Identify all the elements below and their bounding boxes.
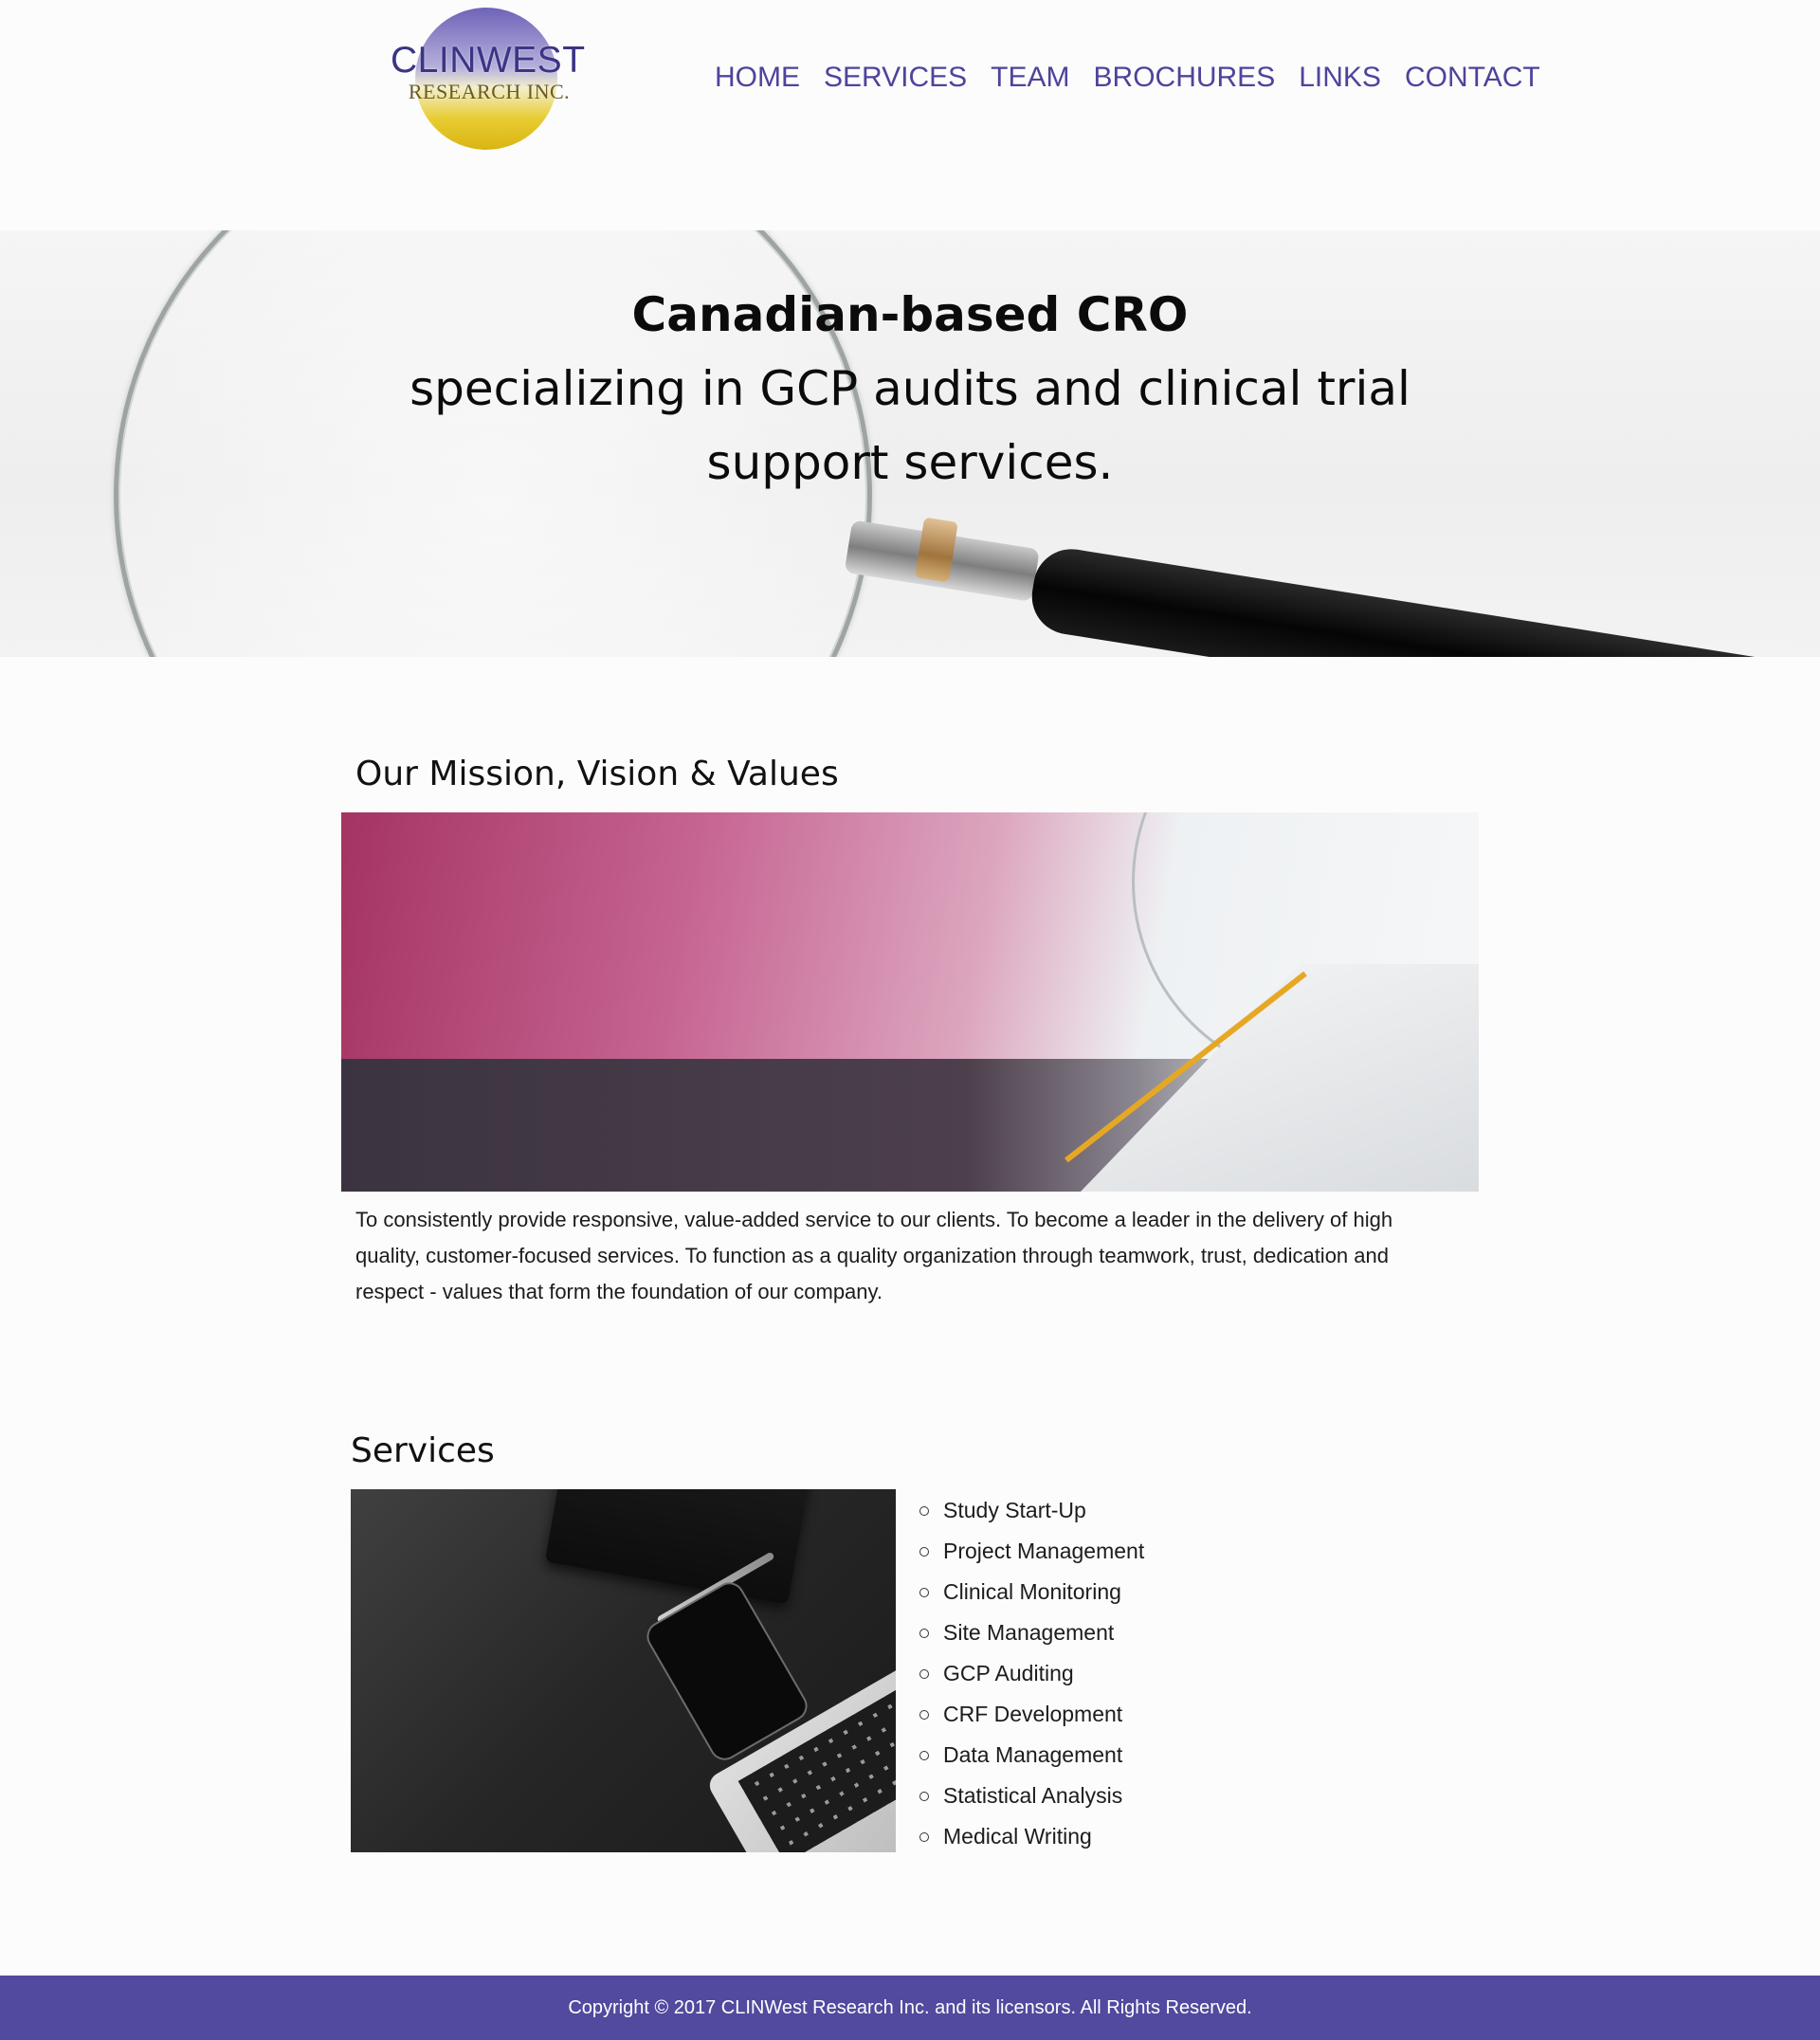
logo-name: CLINWEST [391,40,586,81]
desk-workspace-image [351,1489,896,1852]
footer-copyright: Copyright © 2017 CLINWest Research Inc. … [568,1996,1252,2018]
main-nav: HOME SERVICES TEAM BROCHURES LINKS CONTA… [715,57,1540,99]
service-item: Site Management [919,1612,1144,1653]
nav-brochures-link[interactable]: BROCHURES [1094,57,1276,99]
logo-subtitle: RESEARCH INC. [408,80,571,103]
service-item: Study Start-Up [919,1490,1144,1531]
nav-home-link[interactable]: HOME [715,57,800,99]
nav-contact-link[interactable]: CONTACT [1405,57,1540,99]
services-heading: Services [351,1431,495,1470]
site-header: CLINWEST RESEARCH INC. HOME SERVICES TEA… [0,0,1820,230]
mission-heading: Our Mission, Vision & Values [355,755,839,793]
magnifying-glass-handle [1026,543,1820,657]
site-footer: Copyright © 2017 CLINWest Research Inc. … [0,1976,1820,2040]
mission-text: To consistently provide responsive, valu… [355,1208,1393,1303]
hero-title: Canadian-based CRO [631,287,1189,342]
hero-subtitle-line-2: support services. [706,435,1114,490]
service-item: Clinical Monitoring [919,1572,1144,1612]
hero-banner: Canadian-based CRO specializing in GCP a… [0,230,1820,657]
service-item: Statistical Analysis [919,1776,1144,1816]
services-list: Study Start-Up Project Management Clinic… [919,1490,1144,1857]
clinwest-logo[interactable]: CLINWEST RESEARCH INC. [391,8,586,150]
service-item: CRF Development [919,1694,1144,1735]
service-item: Project Management [919,1531,1144,1572]
nav-links-link[interactable]: LINKS [1299,57,1381,99]
hero-subtitle-line-1: specializing in GCP audits and clinical … [410,361,1410,416]
hero-text: Canadian-based CRO specializing in GCP a… [341,278,1479,500]
service-item: GCP Auditing [919,1653,1144,1694]
notebook-shape [544,1489,811,1605]
service-item: Data Management [919,1735,1144,1776]
nav-services-link[interactable]: SERVICES [824,57,967,99]
subway-train-image [341,812,1479,1192]
service-item: Medical Writing [919,1816,1144,1857]
nav-team-link[interactable]: TEAM [991,57,1069,99]
